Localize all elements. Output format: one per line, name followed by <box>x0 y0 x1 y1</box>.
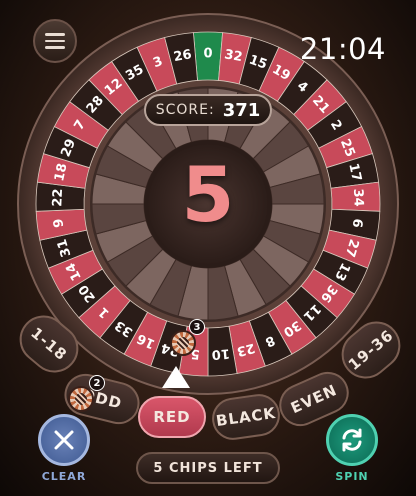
wheel-pocket-number: 9 <box>51 218 67 229</box>
spin-label: SPIN <box>335 470 369 483</box>
chips-left-indicator: 5 CHIPS LEFT <box>136 452 280 484</box>
spin-button[interactable] <box>326 414 378 466</box>
chip-count-badge: 2 <box>89 375 105 391</box>
score-display: SCORE: 371 <box>144 94 272 126</box>
wheel-pocket-number: 0 <box>203 47 212 62</box>
close-icon <box>54 430 74 450</box>
refresh-icon <box>342 428 362 452</box>
wheel-pointer-icon <box>162 366 190 388</box>
score-label: SCORE: <box>155 102 215 118</box>
wheel-pocket-number: 6 <box>349 218 365 229</box>
wheel-pocket-number: 10 <box>211 345 230 361</box>
chip-count-badge: 3 <box>189 319 205 335</box>
bet-red-button[interactable]: RED <box>138 396 206 438</box>
clear-button[interactable] <box>38 414 90 466</box>
clear-label: CLEAR <box>41 470 87 483</box>
wheel-pocket-number: 22 <box>50 188 66 207</box>
menu-button[interactable] <box>33 19 77 63</box>
wheel-pocket-number: 32 <box>223 47 243 65</box>
wheel-pocket-number: 26 <box>172 47 192 65</box>
wheel-pocket-number: 34 <box>350 188 366 207</box>
chip-icon[interactable] <box>68 386 94 412</box>
winning-number: 5 <box>181 150 235 239</box>
score-value: 371 <box>222 99 261 121</box>
hamburger-icon <box>45 33 65 36</box>
clock: 21:04 <box>299 32 386 66</box>
